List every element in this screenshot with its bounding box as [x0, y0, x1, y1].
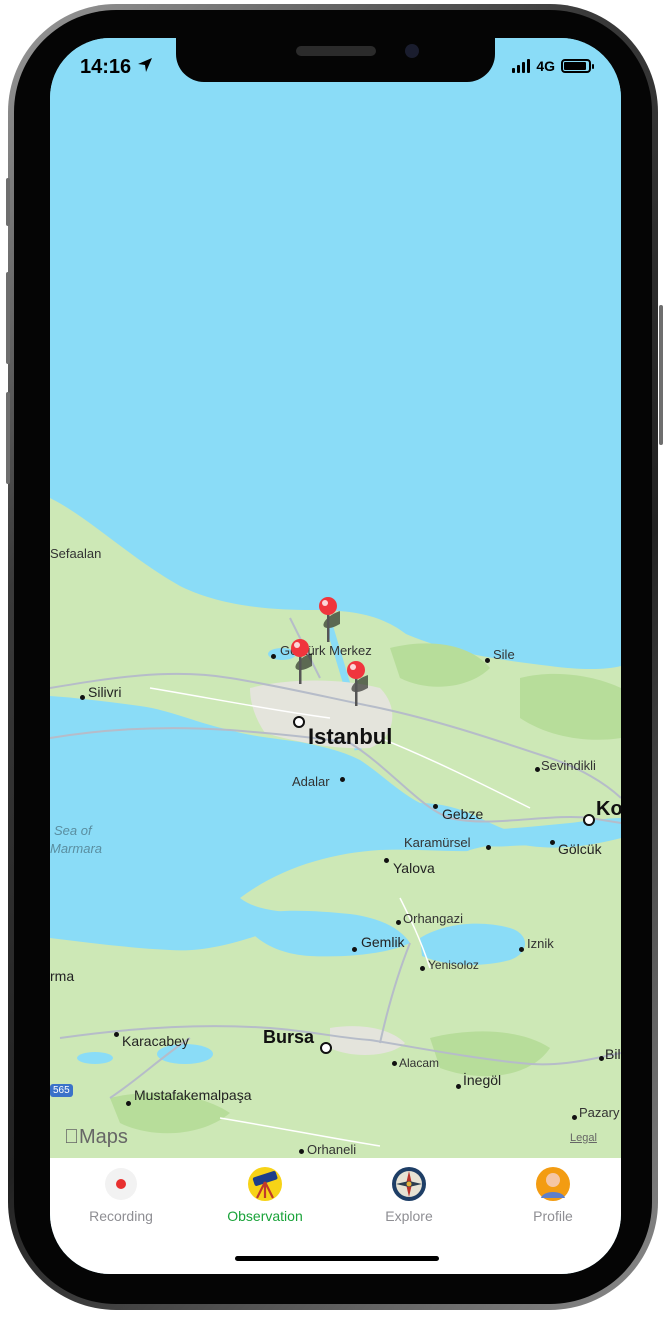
map-marker-kocaeli: [583, 814, 595, 826]
map-label-mustafakemalpasa: Mustafakemalpaşa: [134, 1087, 252, 1103]
tab-observation[interactable]: Observation: [200, 1166, 330, 1224]
tab-profile-label: Profile: [533, 1208, 573, 1224]
home-indicator[interactable]: [235, 1256, 439, 1261]
status-indicators: 4G: [512, 58, 594, 74]
apple-logo-icon: : [64, 1126, 79, 1148]
compass-icon: [392, 1167, 426, 1201]
tab-recording[interactable]: Recording: [56, 1166, 186, 1224]
map-marker-yenisoloz: [420, 966, 425, 971]
side-button: [659, 305, 663, 445]
cellular-signal-icon: [512, 59, 531, 73]
maps-attribution-text: Maps: [64, 1126, 128, 1148]
map-label-silivri: Silivri: [88, 684, 122, 700]
map-marker-orhangazi: [396, 920, 401, 925]
map-label-adalar: Adalar: [292, 774, 330, 789]
map-pin-2[interactable]: [288, 638, 312, 686]
map-label-orhaneli: Orhaneli: [307, 1142, 357, 1157]
telescope-icon: [248, 1167, 282, 1201]
map-marker-karamursel: [486, 845, 491, 850]
record-icon: [105, 1168, 137, 1200]
map-label-inegol: İnegöl: [463, 1072, 502, 1088]
phone-screen: Sefaalan Silivri Göktürk Merkez Sile Ist…: [50, 38, 621, 1274]
status-time: 14:16: [80, 56, 153, 79]
map-marker-inegol: [456, 1084, 461, 1089]
map-label-istanbul: Istanbul: [308, 724, 393, 749]
map-marker-bursa: [320, 1042, 332, 1054]
map-label-sefaalan: Sefaalan: [50, 546, 102, 561]
map-label-gemlik: Gemlik: [361, 934, 405, 950]
tab-observation-label: Observation: [227, 1208, 303, 1224]
tab-explore[interactable]: Explore: [344, 1166, 474, 1224]
profile-avatar-icon: [536, 1167, 570, 1201]
front-camera: [405, 44, 419, 58]
map-marker-golcuk: [550, 840, 555, 845]
map-label-golcuk: Gölcük: [558, 841, 602, 857]
map-marker-sile: [485, 658, 490, 663]
map-marker-karacabey: [114, 1032, 119, 1037]
map-marker-pazary: [572, 1115, 577, 1120]
map-label-iznik: Iznik: [527, 936, 554, 951]
map-marker-bil: [599, 1056, 604, 1061]
maps-attribution: Maps: [64, 1126, 128, 1149]
tab-profile[interactable]: Profile: [488, 1166, 618, 1224]
map-marker-istanbul: [293, 716, 305, 728]
map-marker-adalar: [340, 777, 345, 782]
map-label-sile: Sile: [493, 647, 515, 662]
map-marker-sevindikli: [535, 767, 540, 772]
map-label-yenisoloz: Yenisoloz: [428, 958, 479, 972]
map-marker-gokturk: [271, 654, 276, 659]
map-label-bil: Bil: [605, 1046, 621, 1062]
tab-explore-label: Explore: [385, 1208, 433, 1224]
map-marker-iznik: [519, 947, 524, 952]
tab-bar: Recording Observation Explore Profile: [50, 1158, 621, 1274]
location-arrow-icon: [137, 56, 153, 79]
network-type: 4G: [536, 58, 555, 74]
map-label-kocaeli: Ko: [596, 798, 621, 820]
map-label-pazary: Pazary: [579, 1105, 620, 1120]
map-marker-orhaneli: [299, 1149, 304, 1154]
map-label-sea-of: Sea of: [54, 823, 92, 838]
highway-shield: 565: [50, 1084, 73, 1097]
map-label-karamursel: Karamürsel: [404, 835, 471, 850]
map-marker-yalova: [384, 858, 389, 863]
map-label-marmara-town: rma: [50, 968, 75, 984]
tab-recording-label: Recording: [89, 1208, 153, 1224]
map-marker-gemlik: [352, 947, 357, 952]
battery-icon: [561, 59, 594, 73]
map-label-karacabey: Karacabey: [122, 1033, 189, 1049]
volume-up-button: [6, 272, 10, 364]
status-time-text: 14:16: [80, 56, 132, 78]
map-marker-mustafakemalpasa: [126, 1101, 131, 1106]
map-label-sevindikli: Sevindikli: [541, 758, 596, 773]
legal-link[interactable]: Legal: [570, 1132, 597, 1144]
volume-down-button: [6, 392, 10, 484]
map-label-marmara: Marmara: [50, 841, 103, 856]
map-pin-3[interactable]: [344, 660, 368, 708]
map-label-alacam: Alacam: [399, 1056, 440, 1070]
map-marker-gebze: [433, 804, 438, 809]
map-pin-1[interactable]: [316, 596, 340, 644]
map-label-gebze: Gebze: [442, 806, 484, 822]
map-label-yalova: Yalova: [393, 860, 435, 876]
notch: [176, 38, 495, 82]
map-label-bursa: Bursa: [263, 1027, 315, 1047]
map-label-orhangazi: Orhangazi: [403, 911, 463, 926]
map-marker-silivri: [80, 695, 85, 700]
mute-switch: [6, 178, 10, 226]
speaker-grille: [296, 46, 376, 56]
map-marker-alacam: [392, 1061, 397, 1066]
